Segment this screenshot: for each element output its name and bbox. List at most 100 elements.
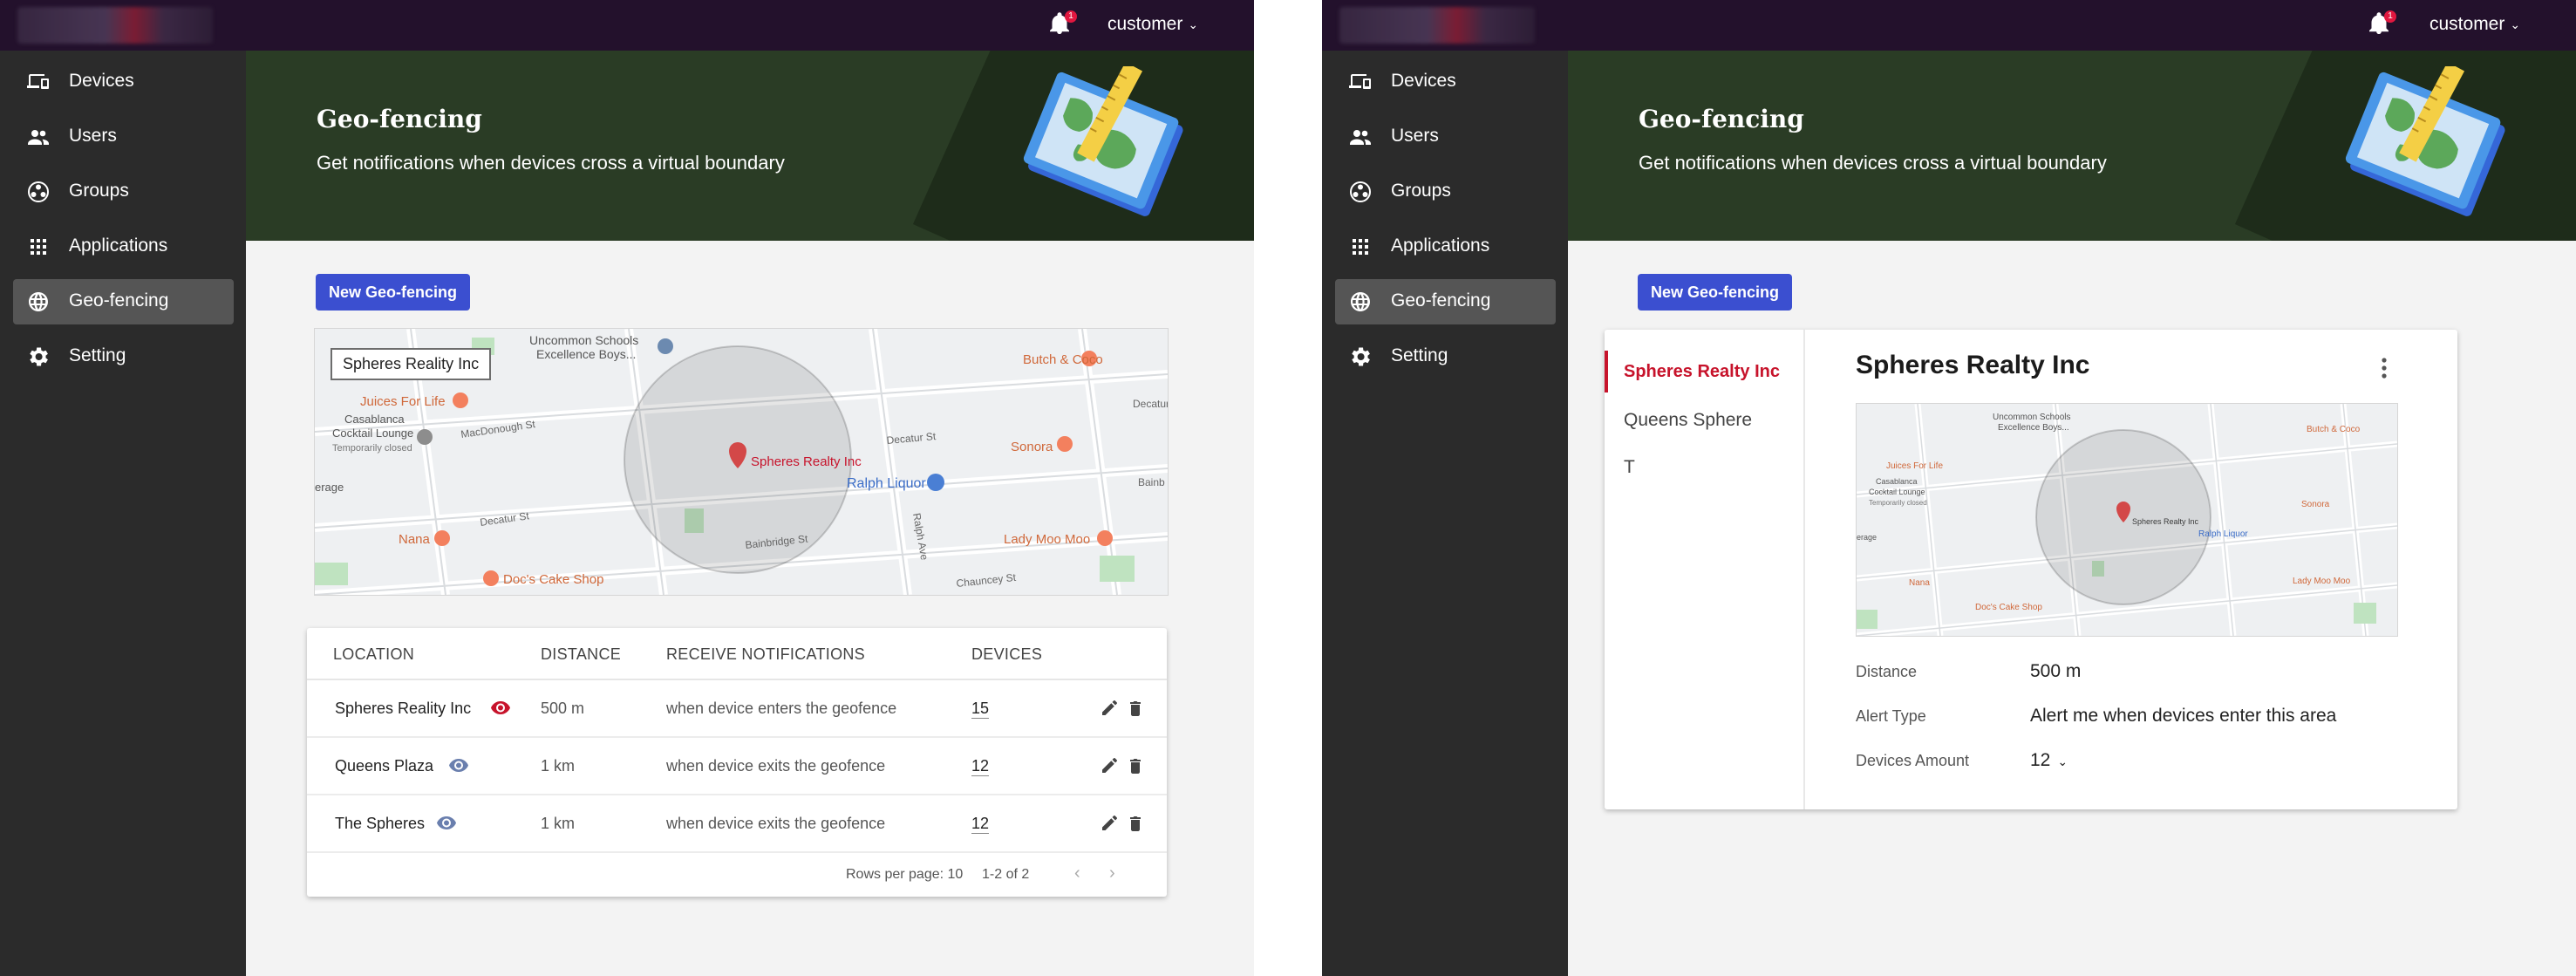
delete-icon[interactable] bbox=[1127, 815, 1144, 832]
map-label-butch: Butch & Coco bbox=[2307, 425, 2361, 434]
notifications-button[interactable]: 1 bbox=[2368, 10, 2396, 38]
column-header-notifications: RECEIVE NOTIFICATIONS bbox=[666, 645, 865, 663]
geofencing-list-screen: 1 customer ⌄ Devices Users Groups Applica… bbox=[0, 0, 1254, 976]
eye-active-icon[interactable] bbox=[490, 699, 511, 716]
sidebar-item-applications[interactable]: Applications bbox=[13, 224, 234, 270]
map-label-docs: Doc's Cake Shop bbox=[1975, 603, 2042, 612]
geofence-list: Spheres Realty Inc Queens Sphere T bbox=[1605, 330, 1805, 809]
app-logo bbox=[17, 7, 213, 44]
distance-cell: 1 km bbox=[541, 815, 576, 832]
table-row[interactable]: Spheres Reality Inc 500 m when device en… bbox=[307, 680, 1167, 738]
detail-map-canvas: Uncommon Schools Excellence Boys... Butc… bbox=[1857, 404, 2397, 636]
user-menu[interactable]: customer ⌄ bbox=[1107, 14, 1198, 35]
devices-icon bbox=[27, 72, 50, 92]
main-content: New Geo-fencing Spheres Realty Inc Queen… bbox=[1568, 241, 2576, 976]
sidebar-item-users[interactable]: Users bbox=[13, 114, 234, 160]
map-label-cocktail: Cocktail Lounge bbox=[1869, 488, 1925, 496]
chevron-left-icon[interactable]: ‹ bbox=[1074, 863, 1080, 884]
geofence-detail-card: Spheres Realty Inc Queens Sphere T Spher… bbox=[1605, 330, 2457, 809]
sidebar-item-setting[interactable]: Setting bbox=[1335, 334, 1556, 379]
sidebar-item-label: Groups bbox=[69, 181, 129, 201]
map-label-casablanca: Casablanca bbox=[1876, 477, 1918, 486]
map-ruler-illustration bbox=[1023, 66, 1183, 216]
sidebar-item-applications[interactable]: Applications bbox=[1335, 224, 1556, 270]
eye-icon[interactable] bbox=[436, 814, 457, 831]
devices-count: 12 bbox=[971, 757, 990, 776]
geofence-table: LOCATION DISTANCE RECEIVE NOTIFICATIONS … bbox=[307, 628, 1167, 897]
devices-cell[interactable]: 12 bbox=[971, 795, 990, 851]
list-item-third[interactable]: T bbox=[1605, 447, 1803, 488]
geofencing-detail-screen: 1 customer ⌄ Devices Users Groups Applica… bbox=[1322, 0, 2576, 976]
table-row[interactable]: The Spheres 1 km when device exits the g… bbox=[307, 795, 1167, 853]
detail-map[interactable]: Uncommon Schools Excellence Boys... Butc… bbox=[1856, 403, 2398, 637]
apps-grid-icon bbox=[27, 236, 50, 257]
sidebar-item-geo-fencing[interactable]: Geo-fencing bbox=[13, 279, 234, 324]
sidebar-item-users[interactable]: Users bbox=[1335, 114, 1556, 160]
chevron-right-icon[interactable]: › bbox=[1109, 863, 1115, 884]
devices-amount-label: Devices Amount bbox=[1856, 752, 1970, 769]
chevron-down-icon: ⌄ bbox=[2057, 754, 2068, 768]
gear-icon bbox=[27, 346, 50, 367]
top-bar: 1 customer ⌄ bbox=[1322, 0, 2576, 51]
gear-icon bbox=[1349, 346, 1372, 367]
sidebar-item-groups[interactable]: Groups bbox=[13, 169, 234, 215]
delete-icon[interactable] bbox=[1127, 700, 1144, 717]
edit-icon[interactable] bbox=[1101, 757, 1118, 775]
column-header-devices: DEVICES bbox=[971, 645, 1043, 663]
sidebar-item-label: Geo-fencing bbox=[1391, 290, 1491, 311]
sidebar-item-devices[interactable]: Devices bbox=[1335, 59, 1556, 105]
devices-count: 15 bbox=[971, 700, 990, 719]
new-geofencing-button[interactable]: New Geo-fencing bbox=[1638, 274, 1793, 311]
more-options-icon[interactable] bbox=[2379, 356, 2389, 380]
distance-value: 500 m bbox=[2030, 661, 2082, 681]
map-label-spheres: Spheres Realty Inc bbox=[2132, 517, 2199, 526]
notify-cell: when device exits the geofence bbox=[666, 757, 886, 775]
map-label-juices: Juices For Life bbox=[1886, 461, 1943, 471]
eye-icon[interactable] bbox=[448, 756, 469, 774]
page-range: 1-2 of 2 bbox=[982, 867, 1030, 882]
sidebar-item-devices[interactable]: Devices bbox=[13, 59, 234, 105]
notify-cell: when device enters the geofence bbox=[666, 700, 897, 717]
devices-cell[interactable]: 15 bbox=[971, 680, 990, 736]
sidebar-item-label: Devices bbox=[1391, 71, 1456, 91]
sidebar-item-geo-fencing[interactable]: Geo-fencing bbox=[1335, 279, 1556, 324]
page-title: Geo-fencing bbox=[1639, 105, 1804, 133]
table-pagination: Rows per page: 10 1-2 of 2 ‹ › bbox=[307, 853, 1167, 897]
devices-amount-select[interactable]: 12 ⌄ bbox=[2030, 750, 2068, 771]
distance-label: Distance bbox=[1856, 663, 1918, 680]
page-header-banner: Geo-fencing Get notifications when devic… bbox=[1568, 51, 2576, 241]
edit-icon[interactable] bbox=[1101, 700, 1118, 717]
groups-icon bbox=[1349, 181, 1372, 202]
map-label-sonora: Sonora bbox=[2301, 500, 2330, 509]
notification-count-badge: 1 bbox=[1065, 10, 1077, 23]
table-row[interactable]: Queens Plaza 1 km when device exits the … bbox=[307, 738, 1167, 795]
geofence-map[interactable]: Spheres Reality Inc Uncommon Schools Exc… bbox=[314, 328, 1169, 596]
detail-title: Spheres Realty Inc bbox=[1856, 351, 2090, 379]
list-item-queens-sphere[interactable]: Queens Sphere bbox=[1605, 399, 1803, 441]
devices-cell[interactable]: 12 bbox=[971, 738, 990, 794]
map-label-school: Uncommon Schools bbox=[1993, 413, 2070, 422]
users-icon bbox=[1349, 126, 1372, 147]
sidebar-item-setting[interactable]: Setting bbox=[13, 334, 234, 379]
apps-grid-icon bbox=[1349, 236, 1372, 257]
page-header-banner: Geo-fencing Get notifications when devic… bbox=[246, 51, 1254, 241]
main-content: New Geo-fencing Spheres Reality Inc Unco… bbox=[246, 241, 1254, 976]
notifications-button[interactable]: 1 bbox=[1049, 10, 1077, 38]
devices-icon bbox=[1349, 72, 1372, 92]
list-item-spheres-realty[interactable]: Spheres Realty Inc bbox=[1605, 351, 1803, 392]
sidebar-item-label: Setting bbox=[69, 345, 126, 365]
sidebar-item-label: Geo-fencing bbox=[69, 290, 169, 311]
rows-per-page[interactable]: Rows per page: 10 bbox=[846, 867, 963, 883]
edit-icon[interactable] bbox=[1101, 815, 1118, 832]
sidebar: Devices Users Groups Applications Geo-fe… bbox=[0, 51, 246, 976]
new-geofencing-button[interactable]: New Geo-fencing bbox=[316, 274, 471, 311]
sidebar-item-label: Devices bbox=[69, 71, 134, 91]
map-label-erage: erage bbox=[1857, 533, 1877, 542]
user-name: customer bbox=[1107, 14, 1183, 34]
user-menu[interactable]: customer ⌄ bbox=[2429, 14, 2520, 35]
sidebar-item-label: Users bbox=[1391, 126, 1439, 146]
notification-count-badge: 1 bbox=[2384, 10, 2396, 23]
delete-icon[interactable] bbox=[1127, 757, 1144, 775]
location-cell: Spheres Reality Inc bbox=[335, 700, 472, 717]
sidebar-item-groups[interactable]: Groups bbox=[1335, 169, 1556, 215]
